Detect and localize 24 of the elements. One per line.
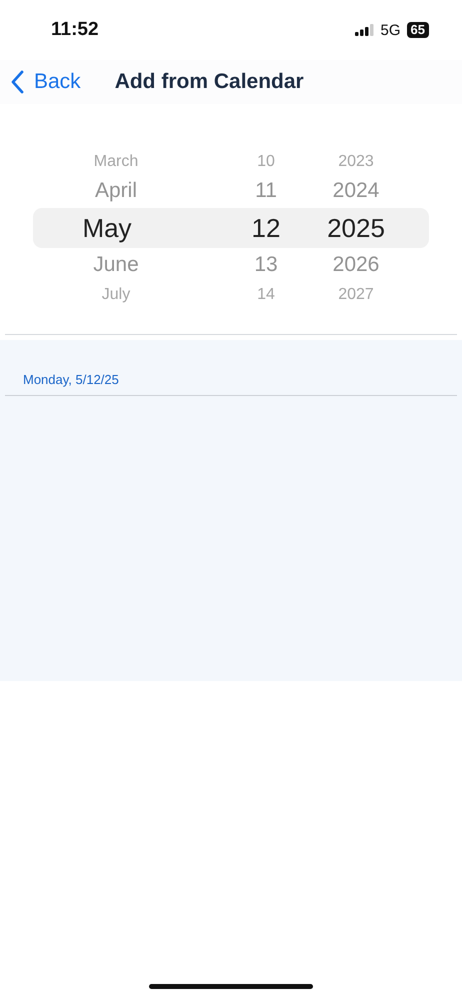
year-option[interactable]: 2024 [332,174,380,208]
year-option[interactable]: 2025 [327,208,385,248]
day-option[interactable]: 12 [252,208,280,248]
date-picker[interactable]: March April May June July 10 11 12 13 14 2023 2024 2025 2026 2027 [0,104,462,334]
month-option[interactable]: May [82,208,132,248]
day-option[interactable]: 13 [254,248,278,282]
month-option[interactable]: March [94,149,138,174]
battery-indicator: 65 [406,22,429,38]
page-title: Add from Calendar [114,70,304,94]
day-option[interactable]: 10 [257,149,275,174]
status-time: 11:52 [51,19,99,41]
back-button[interactable]: Back [10,70,81,94]
signal-icon [354,24,375,36]
network-label: 5G [380,22,401,38]
day-option[interactable]: 11 [255,174,277,208]
year-option[interactable]: 2026 [332,248,380,282]
month-option[interactable]: April [94,174,137,208]
year-option[interactable]: 2023 [338,149,374,174]
month-option[interactable]: July [102,282,130,307]
chevron-left-icon [10,70,24,94]
day-option[interactable]: 14 [257,282,275,307]
date-header: Monday, 5/12/25 [23,372,120,387]
month-option[interactable]: June [93,248,139,282]
year-option[interactable]: 2027 [338,282,374,307]
